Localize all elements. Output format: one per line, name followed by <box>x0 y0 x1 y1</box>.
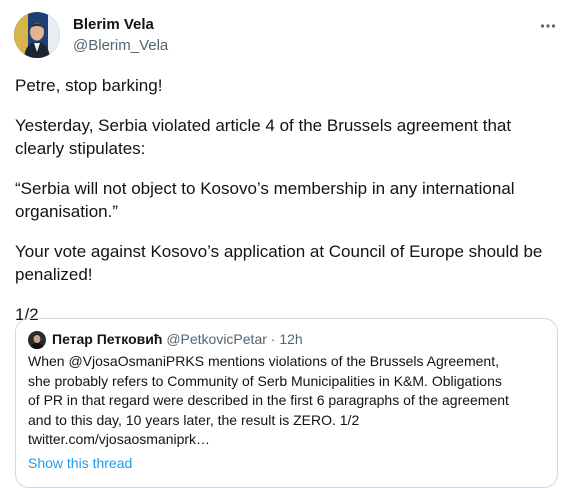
show-thread-link[interactable]: Show this thread <box>28 453 132 473</box>
tweet-text: Petre, stop barking! Yesterday, Serbia v… <box>15 74 560 343</box>
quoted-separator: · <box>270 331 276 347</box>
tweet-paragraph: Petre, stop barking! <box>15 76 163 95</box>
quoted-header: Петар Петковић @PetkovicPetar · 12h <box>52 329 303 349</box>
tweet-paragraph: “Serbia will not object to Kosovo’s memb… <box>15 179 515 221</box>
quoted-timestamp[interactable]: 12h <box>279 331 302 347</box>
more-horizontal-icon <box>540 24 556 28</box>
tweet-paragraph: Your vote against Kosovo’s application a… <box>15 242 543 284</box>
author-name[interactable]: Blerim Vela <box>73 15 154 35</box>
author-avatar[interactable] <box>14 12 60 58</box>
quoted-author-avatar[interactable] <box>28 331 46 349</box>
quoted-link[interactable]: twitter.com/vjosaosmaniprk… <box>28 430 546 450</box>
tweet[interactable]: Blerim Vela @Blerim_Vela Petre, stop bar… <box>0 0 575 488</box>
author-handle[interactable]: @Blerim_Vela <box>73 36 168 56</box>
quoted-text-line: and to this day, 10 years later, the res… <box>28 411 360 428</box>
quoted-author-handle[interactable]: @PetkovicPetar <box>166 331 267 347</box>
quoted-text: When @VjosaOsmaniPRKS mentions violation… <box>28 352 546 450</box>
tweet-paragraph: Yesterday, Serbia violated article 4 of … <box>15 116 512 158</box>
more-options-button[interactable] <box>534 12 562 40</box>
quoted-text-line: of PR in that regard were described in t… <box>28 392 509 408</box>
quoted-text-line: When @VjosaOsmaniPRKS mentions violation… <box>28 353 499 369</box>
quoted-text-line: she probably refers to Community of Serb… <box>28 372 502 389</box>
avatar-image <box>14 12 60 58</box>
quoted-avatar-image <box>28 331 46 349</box>
quoted-tweet[interactable]: Петар Петковић @PetkovicPetar · 12h When… <box>15 318 558 488</box>
quoted-author-name[interactable]: Петар Петковић <box>52 331 162 347</box>
